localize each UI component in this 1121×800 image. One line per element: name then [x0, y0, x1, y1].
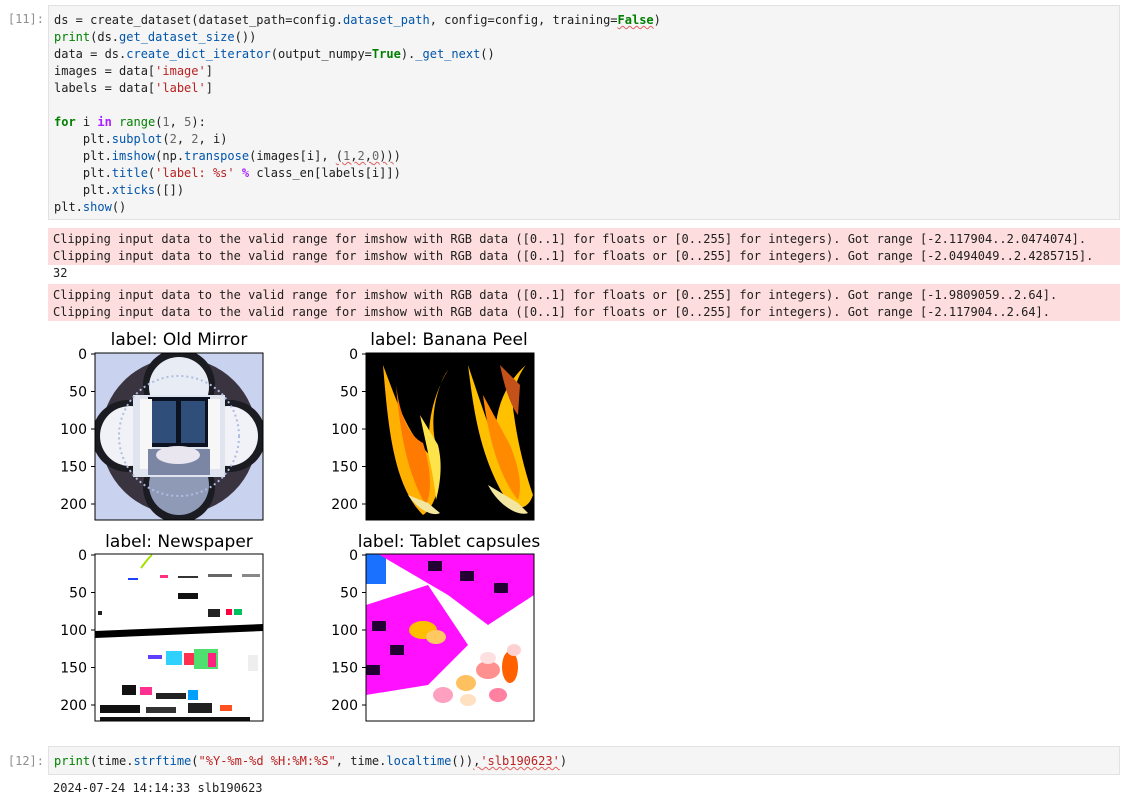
stderr-line: Clipping input data to the valid range f… [53, 232, 1087, 246]
image-banana-peel [366, 353, 534, 520]
y-tick-label: 200 [60, 497, 87, 513]
subplot-old-mirror: label: Old Mirror [94, 330, 264, 521]
stderr-line: Clipping input data to the valid range f… [53, 288, 1058, 302]
y-tick-label: 100 [60, 422, 87, 438]
image-newspaper [95, 554, 263, 721]
stdout-dataset-size: 32 [53, 266, 68, 280]
cell-12-code[interactable]: print(time.strftime("%Y-%m-%d %H:%M:%S",… [49, 747, 1119, 776]
cell-12-prompt: [12]: [7, 754, 44, 768]
cell-11-code[interactable]: ds = create_dataset(dataset_path=config.… [49, 6, 1119, 222]
y-tick-label: 200 [331, 698, 358, 714]
y-tick-label: 50 [340, 586, 358, 602]
y-tick-label: 50 [340, 385, 358, 401]
subplot-title: label: Old Mirror [111, 330, 248, 350]
y-tick-label: 150 [60, 460, 87, 476]
y-tick-label: 200 [60, 698, 87, 714]
image-tablet-capsules [366, 554, 534, 721]
y-tick-label: 100 [331, 422, 358, 438]
y-tick-label: 0 [349, 548, 358, 564]
y-tick-label: 0 [78, 347, 87, 363]
cell-11-prompt: [11]: [7, 12, 44, 26]
y-tick-label: 50 [69, 385, 87, 401]
subplot-tablet-capsules: label: Tablet capsules [358, 532, 541, 722]
y-tick-label: 150 [331, 460, 358, 476]
matplotlib-figure: label: Old Mirror label: Banana Peel lab… [60, 330, 541, 722]
y-tick-label: 100 [60, 623, 87, 639]
y-tick-label: 150 [331, 661, 358, 677]
y-tick-label: 0 [78, 548, 87, 564]
stderr-line: Clipping input data to the valid range f… [53, 305, 1050, 319]
subplot-banana-peel: label: Banana Peel [365, 330, 535, 521]
stderr-output-1: Clipping input data to the valid range f… [48, 228, 1120, 265]
cell-12-output: 2024-07-24 14:14:33 slb190623 [53, 781, 263, 795]
stderr-output-2: Clipping input data to the valid range f… [48, 284, 1120, 321]
y-tick-label: 0 [349, 347, 358, 363]
cell-12-code-editor[interactable]: print(time.strftime("%Y-%m-%d %H:%M:%S",… [48, 746, 1120, 775]
subplot-title: label: Banana Peel [370, 330, 527, 350]
subplot-title: label: Tablet capsules [358, 532, 541, 552]
y-tick-label: 150 [60, 661, 87, 677]
subplot-title: label: Newspaper [105, 532, 253, 552]
image-old-mirror [95, 353, 263, 520]
stderr-line: Clipping input data to the valid range f… [53, 249, 1094, 263]
y-tick-label: 50 [69, 586, 87, 602]
subplot-newspaper: label: Newspaper [94, 532, 264, 722]
cell-11-code-editor[interactable]: ds = create_dataset(dataset_path=config.… [48, 5, 1120, 220]
y-tick-label: 200 [331, 497, 358, 513]
y-tick-label: 100 [331, 623, 358, 639]
